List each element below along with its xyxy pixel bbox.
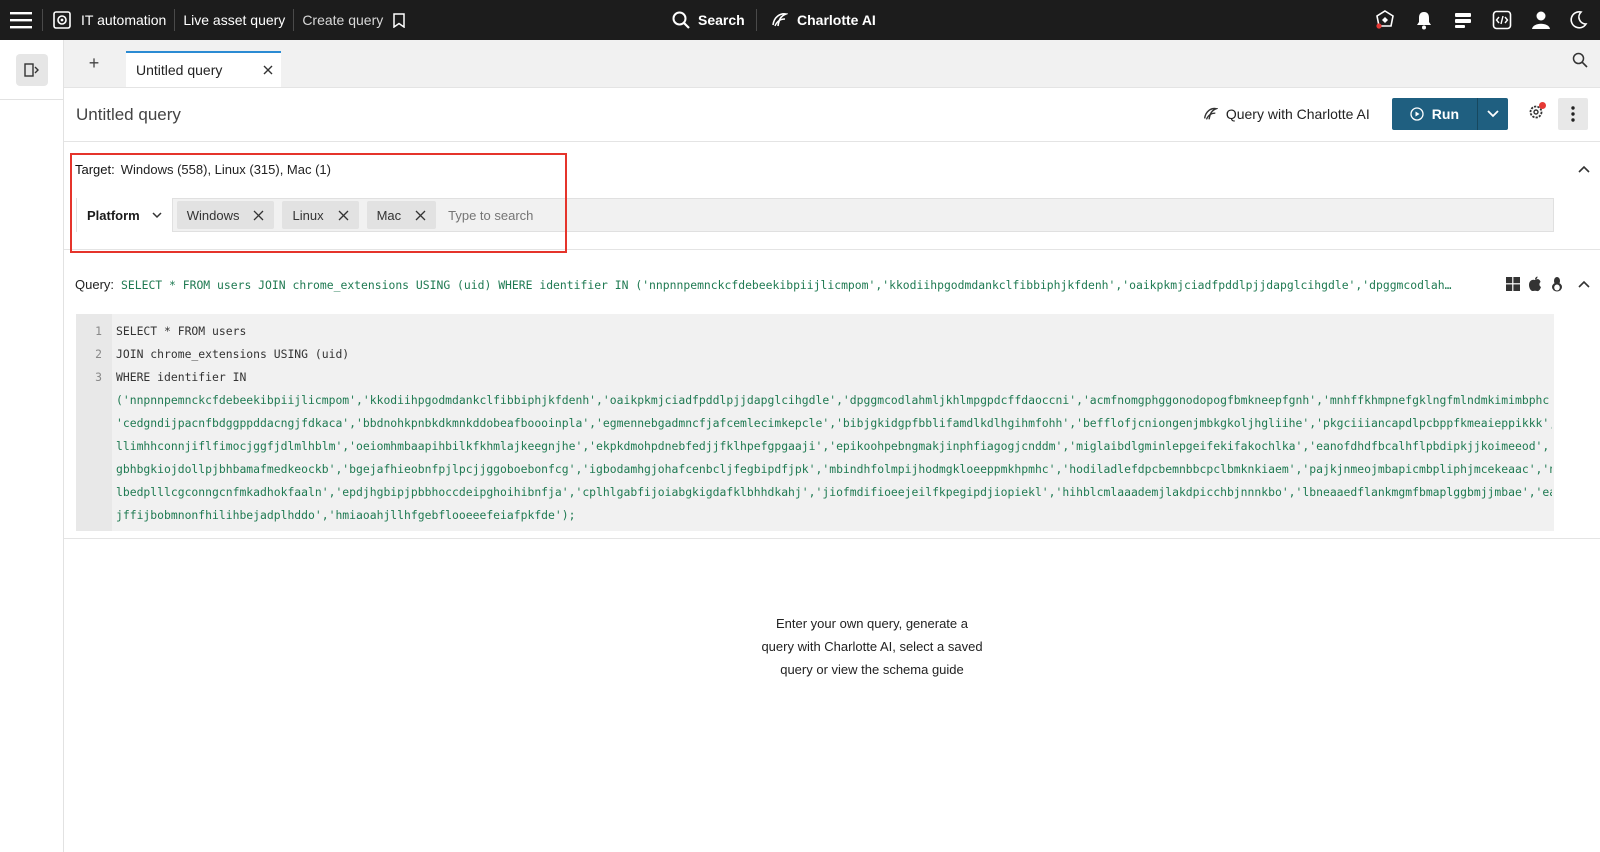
line-number: 1 (95, 324, 102, 338)
rail-header (0, 40, 63, 100)
chevron-up-icon[interactable] (1578, 280, 1590, 288)
query-header: Untitled query Query with Charlotte AI R… (64, 88, 1600, 142)
query-label: Query: (75, 277, 115, 292)
left-rail (0, 40, 64, 852)
query-preview: SELECT * FROM users JOIN chrome_extensio… (121, 277, 1455, 292)
add-tab-button[interactable]: + (64, 39, 124, 87)
divider (42, 9, 43, 31)
query-with-charlotte-button[interactable]: Query with Charlotte AI (1202, 106, 1370, 122)
chip-label: Mac (376, 207, 402, 223)
target-counts: Windows (558), Linux (315), Mac (1) (120, 162, 331, 177)
chip-mac: Mac (366, 201, 437, 229)
platform-dropdown[interactable]: Platform (77, 198, 173, 232)
os-compat-icons (1506, 276, 1590, 292)
code-line: gbhbgkiojdollpjbhbamafmedkeockb','bgejaf… (116, 462, 1552, 476)
search-icon (672, 11, 690, 29)
user-icon[interactable] (1531, 0, 1551, 40)
divider (174, 9, 176, 31)
app-name[interactable]: IT automation (81, 12, 166, 28)
play-icon (1410, 107, 1424, 121)
bell-icon[interactable] (1415, 0, 1433, 40)
close-icon[interactable] (263, 62, 273, 78)
chip-label: Windows (186, 207, 240, 223)
query-settings-button[interactable] (1528, 101, 1546, 125)
it-automation-icon (51, 0, 73, 40)
main-panel: + Untitled query Untitled query Query wi… (64, 40, 1600, 852)
chip-linux: Linux (282, 201, 359, 229)
apple-icon (1529, 276, 1541, 292)
notification-dot (1539, 101, 1546, 109)
target-section: Target: Windows (558), Linux (315), Mac (… (64, 142, 1600, 253)
run-button[interactable]: Run (1392, 98, 1478, 130)
search-icon[interactable] (1572, 52, 1588, 73)
dark-mode-icon[interactable] (1568, 0, 1588, 40)
chevron-down-icon (1487, 110, 1499, 118)
charlotte-ai-icon (1203, 107, 1218, 120)
more-options-button[interactable] (1558, 98, 1588, 130)
query-tabs: + Untitled query (64, 40, 1600, 88)
bookmark-icon[interactable] (393, 0, 405, 40)
code-line: llimhhconnjiflfimocjggfjdlmlhblm','oeiom… (116, 439, 1552, 453)
code-icon[interactable] (1492, 0, 1512, 40)
run-label: Run (1431, 106, 1459, 122)
line-number-gutter: 1 2 3 (76, 314, 112, 531)
close-icon[interactable] (415, 210, 426, 221)
target-search-input[interactable] (448, 207, 649, 223)
top-navigation-bar: IT automation Live asset query Create qu… (0, 0, 1600, 40)
chevron-up-icon[interactable] (1578, 160, 1590, 178)
run-button-group: Run (1391, 98, 1508, 130)
run-options-button[interactable] (1478, 98, 1508, 130)
charlotte-ai-button[interactable]: Charlotte AI (770, 0, 876, 40)
empty-state-message: Enter your own query, generate a query w… (761, 616, 983, 677)
target-label: Target: (75, 162, 115, 177)
expand-panel-button[interactable] (15, 53, 48, 86)
code-line: 'cedgndijpacnfbdggppddacngjfdkaca','bbdn… (116, 416, 1552, 430)
close-icon[interactable] (253, 210, 264, 221)
tab-label: Untitled query (136, 62, 223, 78)
target-summary: Target: Windows (558), Linux (315), Mac (… (75, 162, 331, 177)
charlotte-button-label: Query with Charlotte AI (1225, 106, 1370, 122)
nav-create-query[interactable]: Create query (302, 12, 383, 28)
windows-icon (1506, 277, 1520, 291)
platform-label: Platform (87, 207, 140, 223)
global-search[interactable]: Search (672, 0, 745, 40)
expand-panel-icon (23, 62, 39, 77)
code-line: jffijbobmnonfhilihbejadplhddo','hmiaoahj… (116, 508, 576, 522)
chip-windows: Windows (176, 201, 275, 229)
threat-intel-icon[interactable] (1374, 0, 1396, 40)
nav-live-asset-query[interactable]: Live asset query (183, 12, 285, 28)
chevron-down-icon (152, 211, 162, 218)
line-number: 2 (95, 347, 102, 361)
code-line: JOIN chrome_extensions USING (uid) (116, 347, 350, 361)
charlotte-ai-icon (772, 13, 788, 27)
divider (756, 9, 757, 31)
menu-icon[interactable] (10, 0, 32, 40)
line-number: 3 (95, 370, 102, 384)
linux-icon (1552, 277, 1562, 292)
code-line: ('nnpnnpemnckcfdebeekibpiijlicmpom','kko… (116, 393, 1552, 407)
target-filter-bar: Platform Windows Linux Mac (76, 198, 1554, 232)
query-editor[interactable]: 1 2 3 SELECT * FROM users JOIN chrome_ex… (76, 314, 1554, 531)
modules-icon[interactable] (1453, 0, 1473, 40)
divider (293, 9, 295, 31)
query-summary: Query: SELECT * FROM users JOIN chrome_e… (75, 277, 1455, 292)
code-line: lbedplllcgconngcnfmkadhokfaaln','epdjhgb… (116, 485, 1552, 499)
close-icon[interactable] (338, 210, 349, 221)
search-label: Search (698, 12, 745, 28)
header-actions: Query with Charlotte AI Run (1202, 98, 1588, 130)
kebab-icon (1571, 106, 1575, 122)
charlotte-ai-label: Charlotte AI (797, 12, 876, 28)
page-title[interactable]: Untitled query (76, 105, 181, 125)
chip-label: Linux (292, 207, 324, 223)
query-section: Query: SELECT * FROM users JOIN chrome_e… (64, 250, 1600, 539)
code-line: SELECT * FROM users (116, 324, 247, 338)
code-line: WHERE identifier IN (116, 370, 247, 384)
tab-untitled-query[interactable]: Untitled query (126, 51, 281, 87)
